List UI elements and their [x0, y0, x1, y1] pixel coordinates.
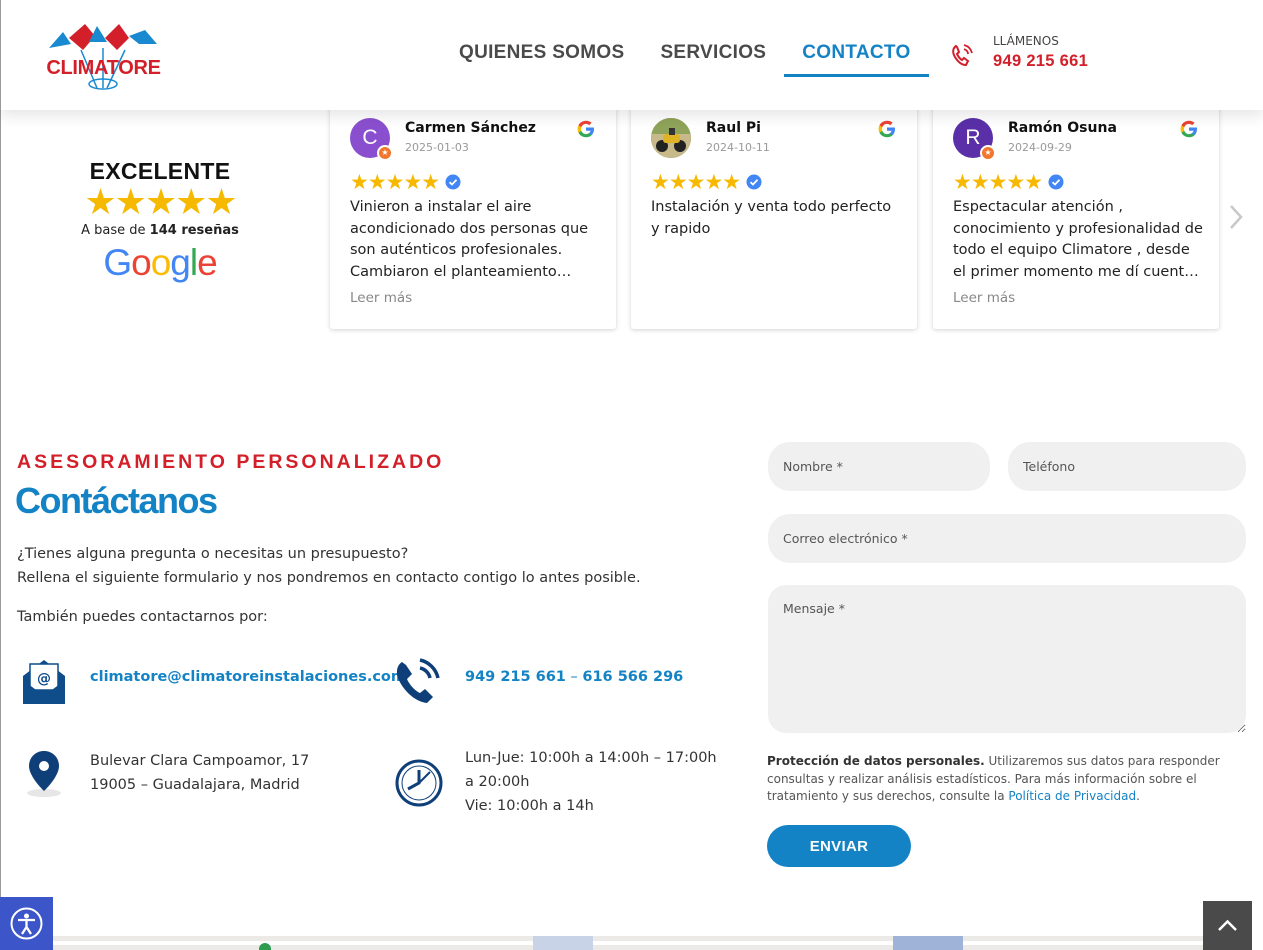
hours-line: a 20:00h: [465, 774, 530, 790]
phone-separator: –: [565, 669, 583, 685]
review-stars: ★★★★★: [350, 170, 440, 194]
climatore-logo[interactable]: CLIMATORE: [41, 20, 166, 92]
chevron-up-icon: [1218, 919, 1237, 931]
accessibility-button[interactable]: [0, 897, 53, 950]
contact-email-link[interactable]: climatore@climatoreinstalaciones.com: [90, 669, 406, 685]
contact-also-text: También puedes contactarnos por:: [17, 609, 268, 625]
map-poi-icon: [259, 943, 271, 950]
hours-line: Vie: 10:00h a 14h: [465, 798, 594, 814]
reviewer-name: Raul Pi: [706, 120, 761, 136]
privacy-end: .: [1136, 789, 1140, 803]
google-logo: Google: [60, 242, 260, 284]
review-date: 2025-01-03: [405, 141, 469, 154]
page-edge-line: [0, 110, 1, 897]
clock-icon: [395, 759, 443, 807]
email-envelope-icon: @: [23, 660, 65, 704]
email-field[interactable]: [768, 514, 1246, 563]
reviewer-avatar: R ★: [953, 118, 996, 161]
review-text: Vinieron a instalar el aire acondicionad…: [350, 199, 589, 280]
address-line: 19005 – Guadalajara, Madrid: [90, 777, 300, 793]
google-letter: e: [197, 242, 218, 283]
avatar-initial: C: [362, 126, 378, 149]
intro-line: ¿Tienes alguna pregunta o necesitas un p…: [17, 546, 409, 562]
phone-field[interactable]: [1008, 442, 1246, 491]
local-guide-badge-icon: ★: [980, 145, 996, 161]
nav-quienes-somos[interactable]: QUIENES SOMOS: [441, 30, 642, 77]
google-letter: l: [189, 242, 198, 283]
map-road: [533, 936, 593, 950]
rating-base-prefix: A base de: [81, 223, 146, 238]
review-card: R ★ Ramón Osuna 2024-09-29 ★★★★★ Especta…: [933, 100, 1219, 329]
contact-phone-link[interactable]: 616 566 296: [582, 669, 683, 685]
logo-emblem-icon: [49, 24, 157, 90]
contact-address: Bulevar Clara Campoamor, 17 19005 – Guad…: [90, 749, 309, 797]
avatar-initial: R: [965, 126, 981, 149]
map-road: [53, 941, 1203, 945]
contact-intro: ¿Tienes alguna pregunta o necesitas un p…: [17, 542, 641, 590]
map-embed[interactable]: [53, 936, 1203, 950]
google-letter: o: [150, 242, 172, 283]
quad-bike-photo-icon: [651, 118, 691, 158]
logo-text: CLIMATORE: [46, 57, 161, 79]
phone-handset-icon: [396, 658, 440, 703]
read-more-link[interactable]: Leer más: [350, 290, 412, 306]
rating-stars: ★★★★★: [84, 182, 237, 223]
message-field[interactable]: [768, 585, 1246, 733]
google-g-icon: [1180, 120, 1197, 138]
review-card: C ★ Carmen Sánchez 2025-01-03 ★★★★★ Vini…: [330, 100, 616, 329]
accessibility-icon: [10, 907, 43, 940]
name-field[interactable]: [768, 442, 990, 491]
review-text: Espectacular atención , conocimiento y p…: [953, 199, 1203, 280]
privacy-notice: Protección de datos personales. Utilizar…: [767, 753, 1247, 806]
rating-count: A base de 144 reseñas: [60, 223, 260, 238]
rating-base-count: 144 reseñas: [149, 223, 239, 238]
google-g-icon: [878, 120, 895, 138]
address-line: Bulevar Clara Campoamor, 17: [90, 753, 310, 769]
google-letter: o: [131, 242, 152, 283]
verified-check-icon: [445, 174, 461, 190]
map-road: [893, 936, 963, 950]
submit-button[interactable]: ENVIAR: [767, 825, 911, 867]
phone-ringing-icon: [952, 44, 973, 67]
review-date: 2024-09-29: [1008, 141, 1072, 154]
nav-contacto[interactable]: CONTACTO: [784, 30, 929, 77]
location-pin-icon: [27, 751, 61, 797]
reviewer-name: Ramón Osuna: [1008, 120, 1117, 136]
google-g-icon: [577, 120, 594, 138]
rating-title: EXCELENTE: [89, 158, 231, 184]
review-date: 2024-10-11: [706, 141, 770, 154]
review-stars: ★★★★★: [953, 170, 1043, 194]
privacy-policy-link[interactable]: Política de Privacidad: [1008, 789, 1136, 803]
google-letter: g: [170, 242, 191, 283]
verified-check-icon: [1048, 174, 1064, 190]
contact-phones: 949 215 661 – 616 566 296: [465, 669, 683, 685]
reviewer-name: Carmen Sánchez: [405, 120, 536, 136]
verified-check-icon: [746, 174, 762, 190]
section-title: Contáctanos: [15, 480, 218, 521]
reviewer-avatar: C ★: [350, 118, 393, 161]
contact-hours: Lun-Jue: 10:00h a 14:00h – 17:00h a 20:0…: [465, 746, 717, 818]
nav-servicios[interactable]: SERVICIOS: [642, 30, 784, 77]
read-more-link[interactable]: Leer más: [953, 290, 1015, 306]
contact-phone-link[interactable]: 949 215 661: [465, 669, 566, 685]
rating-summary: EXCELENTE ★★★★★ A base de 144 reseñas Go…: [60, 158, 260, 284]
review-card: Raul Pi 2024-10-11 ★★★★★ Instalación y v…: [631, 100, 917, 329]
site-header: CLIMATORE QUIENES SOMOS SERVICIOS CONTAC…: [0, 0, 1263, 110]
hours-line: Lun-Jue: 10:00h a 14:00h – 17:00h: [465, 750, 717, 766]
privacy-title: Protección de datos personales.: [767, 754, 985, 768]
section-kicker: ASESORAMIENTO PERSONALIZADO: [17, 451, 445, 473]
google-letter: G: [103, 242, 132, 283]
local-guide-badge-icon: ★: [377, 145, 393, 161]
review-text: Instalación y venta todo perfecto y rapi…: [651, 199, 892, 237]
carousel-next-arrow-icon[interactable]: [1226, 203, 1246, 231]
svg-text:@: @: [37, 671, 51, 687]
scroll-to-top-button[interactable]: [1203, 901, 1252, 950]
review-stars: ★★★★★: [651, 170, 741, 194]
reviewer-avatar-photo: [651, 118, 691, 158]
intro-line: Rellena el siguiente formulario y nos po…: [17, 570, 641, 586]
call-number[interactable]: 949 215 661: [993, 52, 1088, 71]
main-nav: QUIENES SOMOS SERVICIOS CONTACTO: [441, 30, 929, 77]
call-caption: LLÁMENOS: [993, 34, 1059, 48]
